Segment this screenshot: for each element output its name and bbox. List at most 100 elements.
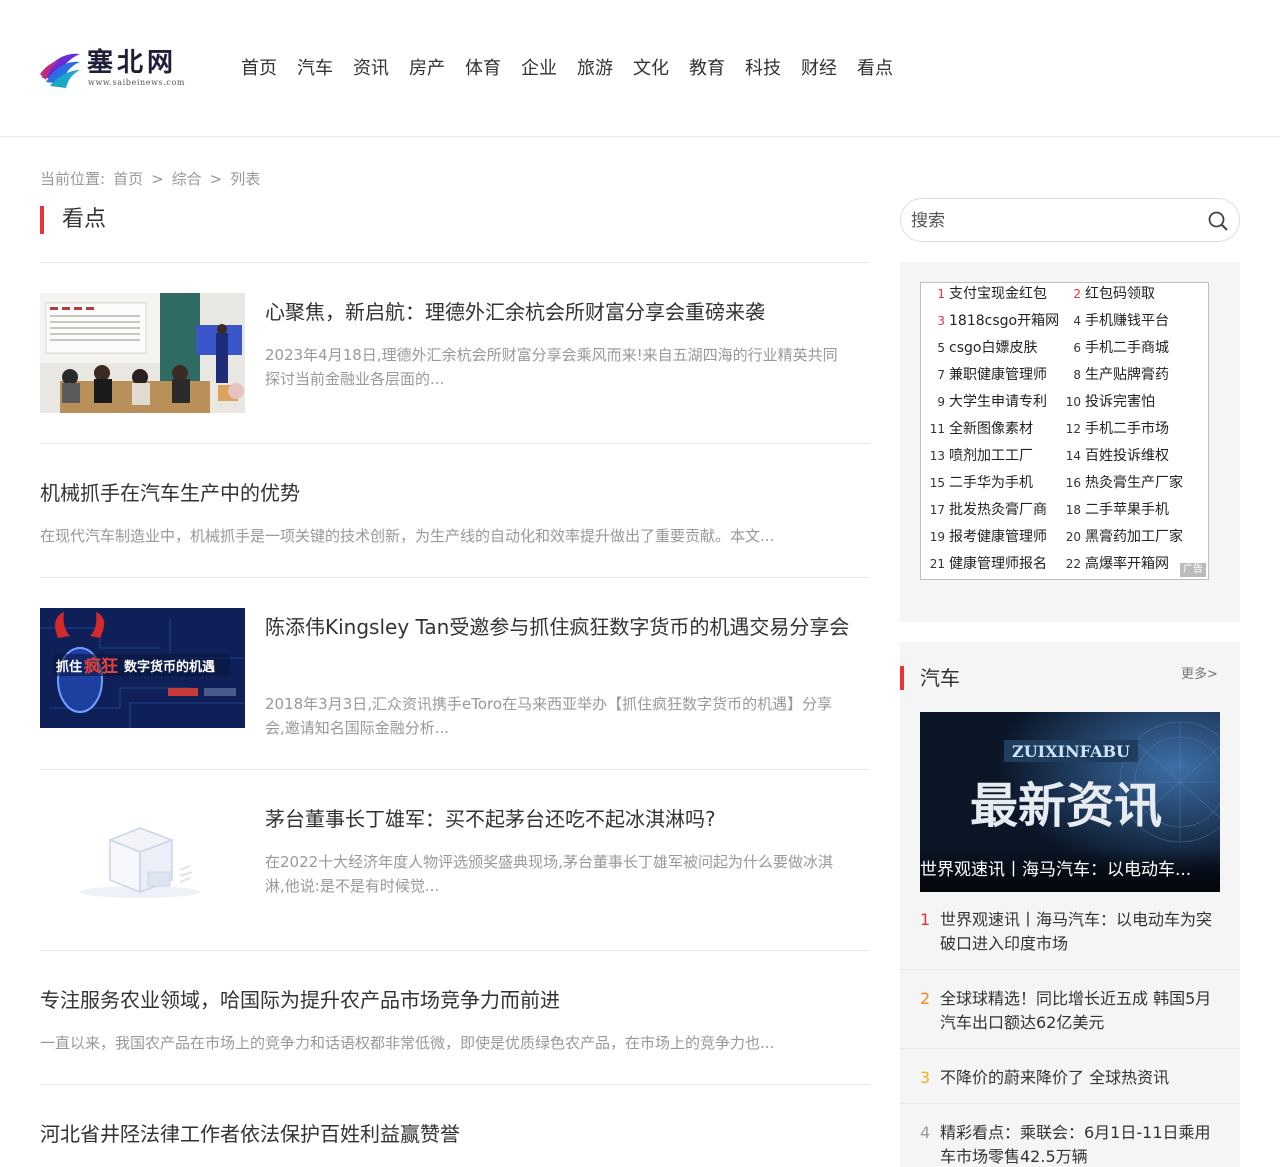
ad-link[interactable]: 19 报考健康管理师 bbox=[925, 527, 1047, 547]
search-box[interactable] bbox=[900, 198, 1240, 242]
ad-link[interactable]: 20 黑膏药加工厂家 bbox=[1061, 527, 1183, 547]
ad-link-text[interactable]: 批发热灸膏厂商 bbox=[949, 500, 1047, 520]
ad-link[interactable]: 13 喷剂加工工厂 bbox=[925, 446, 1033, 466]
nav-item-finance[interactable]: 财经 bbox=[801, 55, 837, 83]
search-input[interactable] bbox=[911, 209, 1191, 233]
ad-link[interactable]: 12 手机二手市场 bbox=[1061, 419, 1169, 439]
ad-link[interactable]: 22 高爆率开箱网 bbox=[1061, 554, 1169, 574]
nav-item-tech[interactable]: 科技 bbox=[745, 55, 781, 83]
breadcrumb-label: 当前位置: bbox=[40, 170, 106, 188]
ad-link[interactable]: 16 热灸膏生产厂家 bbox=[1061, 473, 1183, 493]
article-item[interactable]: 茅台董事长丁雄军：买不起茅台还吃不起冰淇淋吗? 在2022十大经济年度人物评选颁… bbox=[40, 800, 870, 951]
ad-link-text[interactable]: 报考健康管理师 bbox=[949, 527, 1047, 547]
ad-link[interactable]: 18 二手苹果手机 bbox=[1061, 500, 1169, 520]
article-thumbnail[interactable] bbox=[40, 800, 245, 920]
ad-link-text[interactable]: 高爆率开箱网 bbox=[1085, 554, 1169, 574]
article-title[interactable]: 专注服务农业领域，哈国际为提升农产品市场竞争力而前进 bbox=[40, 983, 870, 1017]
ad-link-text[interactable]: 手机赚钱平台 bbox=[1085, 311, 1169, 331]
article-title[interactable]: 河北省井陉法律工作者依法保护百姓利益赢赞誉 bbox=[40, 1117, 870, 1151]
ad-rank-number: 9 bbox=[937, 395, 945, 409]
nav-item-realestate[interactable]: 房产 bbox=[409, 55, 445, 83]
ad-link[interactable]: 1 支付宝现金红包 bbox=[925, 284, 1047, 304]
ad-link[interactable]: 7 兼职健康管理师 bbox=[925, 365, 1047, 385]
ad-link-text[interactable]: 黑膏药加工厂家 bbox=[1085, 527, 1183, 547]
article-title[interactable]: 陈添伟Kingsley Tan受邀参与抓住疯狂数字货币的机遇交易分享会 bbox=[265, 610, 865, 644]
ad-link[interactable]: 10 投诉完害怕 bbox=[1061, 392, 1155, 412]
nav-item-culture[interactable]: 文化 bbox=[633, 55, 669, 83]
article-thumbnail[interactable] bbox=[40, 293, 245, 413]
article-title[interactable]: 心聚焦，新启航：理德外汇余杭会所财富分享会重磅来袭 bbox=[265, 295, 865, 329]
breadcrumb-category[interactable]: 综合 bbox=[172, 168, 202, 190]
ad-link-text[interactable]: 兼职健康管理师 bbox=[949, 365, 1047, 385]
ad-link-text[interactable]: 二手华为手机 bbox=[949, 473, 1033, 493]
ad-link-text[interactable]: 全新图像素材 bbox=[949, 419, 1033, 439]
ad-link-text[interactable]: 1818csgo开箱网 bbox=[949, 311, 1059, 331]
article-title[interactable]: 机械抓手在汽车生产中的优势 bbox=[40, 476, 870, 510]
article-item[interactable]: 抓住 疯狂 数字货币的机遇 陈添伟Kingsley Tan受邀参与抓住疯狂数字货… bbox=[40, 608, 870, 770]
nav-item-auto[interactable]: 汽车 bbox=[297, 55, 333, 83]
ad-link[interactable]: 9 大学生申请专利 bbox=[925, 392, 1047, 412]
car-item-title[interactable]: 世界观速讯丨海马汽车：以电动车为突破口进入印度市场 bbox=[940, 908, 1220, 956]
more-link[interactable]: 更多> bbox=[1181, 665, 1218, 685]
rank-number: 3 bbox=[920, 1068, 931, 1087]
article-item[interactable]: 专注服务农业领域，哈国际为提升农产品市场竞争力而前进 一直以来，我国农产品在市场… bbox=[40, 981, 870, 1085]
breadcrumb-separator: > bbox=[209, 170, 223, 188]
car-hero-card[interactable]: ZUIXINFABU 最新资讯 世界观速讯丨海马汽车：以电动车... bbox=[920, 712, 1220, 892]
ad-link-text[interactable]: 红包码领取 bbox=[1085, 284, 1155, 304]
ad-rank-number: 21 bbox=[929, 557, 945, 571]
article-title[interactable]: 茅台董事长丁雄军：买不起茅台还吃不起冰淇淋吗? bbox=[265, 802, 865, 836]
ad-link[interactable]: 17 批发热灸膏厂商 bbox=[925, 500, 1047, 520]
ad-link[interactable]: 14 百姓投诉维权 bbox=[1061, 446, 1169, 466]
ad-link-text[interactable]: 百姓投诉维权 bbox=[1085, 446, 1169, 466]
ad-link[interactable]: 3 1818csgo开箱网 bbox=[925, 311, 1059, 331]
site-logo[interactable]: 塞北网 www.saibeinews.com bbox=[40, 46, 190, 92]
ad-link[interactable]: 4 手机赚钱平台 bbox=[1061, 311, 1169, 331]
article-item[interactable]: 河北省井陉法律工作者依法保护百姓利益赢赞誉 bbox=[40, 1115, 870, 1167]
car-hero-caption[interactable]: 世界观速讯丨海马汽车：以电动车... bbox=[920, 848, 1220, 892]
ad-link-text[interactable]: 支付宝现金红包 bbox=[949, 284, 1047, 304]
car-item-title[interactable]: 不降价的蔚来降价了 全球热资讯 bbox=[940, 1066, 1220, 1090]
article-item[interactable]: 心聚焦，新启航：理德外汇余杭会所财富分享会重磅来袭 2023年4月18日,理德外… bbox=[40, 293, 870, 444]
ad-rank-number: 8 bbox=[1073, 368, 1081, 382]
nav-item-home[interactable]: 首页 bbox=[241, 55, 277, 83]
ad-link-text[interactable]: 手机二手商城 bbox=[1085, 338, 1169, 358]
ad-link[interactable]: 8 生产贴牌膏药 bbox=[1061, 365, 1169, 385]
car-list-item[interactable]: 3 不降价的蔚来降价了 全球热资讯 bbox=[900, 1066, 1240, 1104]
nav-item-enterprise[interactable]: 企业 bbox=[521, 55, 557, 83]
ad-link[interactable]: 15 二手华为手机 bbox=[925, 473, 1033, 493]
ad-link[interactable]: 6 手机二手商城 bbox=[1061, 338, 1169, 358]
search-icon[interactable] bbox=[1207, 210, 1229, 232]
car-list-item[interactable]: 1 世界观速讯丨海马汽车：以电动车为突破口进入印度市场 bbox=[900, 908, 1240, 970]
nav-item-news[interactable]: 资讯 bbox=[353, 55, 389, 83]
meeting-photo-image bbox=[40, 293, 245, 413]
ad-link-text[interactable]: 手机二手市场 bbox=[1085, 419, 1169, 439]
ad-link-text[interactable]: 二手苹果手机 bbox=[1085, 500, 1169, 520]
ad-rank-number: 15 bbox=[929, 476, 945, 490]
ad-link[interactable]: 21 健康管理师报名 bbox=[925, 554, 1047, 574]
nav-item-education[interactable]: 教育 bbox=[689, 55, 725, 83]
article-item[interactable]: 机械抓手在汽车生产中的优势 在现代汽车制造业中，机械抓手是一项关键的技术创新，为… bbox=[40, 474, 870, 578]
ad-link-text[interactable]: 投诉完害怕 bbox=[1085, 392, 1155, 412]
svg-text:疯狂: 疯狂 bbox=[84, 656, 118, 677]
ad-link-text[interactable]: 喷剂加工工厂 bbox=[949, 446, 1033, 466]
ad-link[interactable]: 11 全新图像素材 bbox=[925, 419, 1033, 439]
ad-link-text[interactable]: 大学生申请专利 bbox=[949, 392, 1047, 412]
ad-link[interactable]: 2 红包码领取 bbox=[1061, 284, 1155, 304]
article-thumbnail[interactable]: 抓住 疯狂 数字货币的机遇 bbox=[40, 608, 245, 728]
ad-link-text[interactable]: 生产贴牌膏药 bbox=[1085, 365, 1169, 385]
ad-link-text[interactable]: 热灸膏生产厂家 bbox=[1085, 473, 1183, 493]
nav-item-sports[interactable]: 体育 bbox=[465, 55, 501, 83]
breadcrumb-home[interactable]: 首页 bbox=[113, 168, 143, 190]
nav-item-travel[interactable]: 旅游 bbox=[577, 55, 613, 83]
car-list-item[interactable]: 2 全球球精选！同比增长近五成 韩国5月汽车出口额达62亿美元 bbox=[900, 987, 1240, 1049]
ad-badge: 广告 bbox=[1180, 563, 1206, 577]
ad-link-text[interactable]: csgo白嫖皮肤 bbox=[949, 338, 1037, 358]
article-summary: 在2022十大经济年度人物评选颁奖盛典现场,茅台董事长丁雄军被问起为什么要做冰淇… bbox=[265, 853, 833, 895]
ad-link[interactable]: 5 csgo白嫖皮肤 bbox=[925, 338, 1037, 358]
nav-item-highlights[interactable]: 看点 bbox=[857, 55, 893, 83]
ad-link-text[interactable]: 健康管理师报名 bbox=[949, 554, 1047, 574]
divider bbox=[40, 262, 870, 263]
car-list-item[interactable]: 4 精彩看点：乘联会：6月1日-11日乘用车市场零售42.5万辆 bbox=[900, 1121, 1240, 1167]
car-item-title[interactable]: 精彩看点：乘联会：6月1日-11日乘用车市场零售42.5万辆 bbox=[940, 1121, 1220, 1167]
car-item-title[interactable]: 全球球精选！同比增长近五成 韩国5月汽车出口额达62亿美元 bbox=[940, 987, 1220, 1035]
